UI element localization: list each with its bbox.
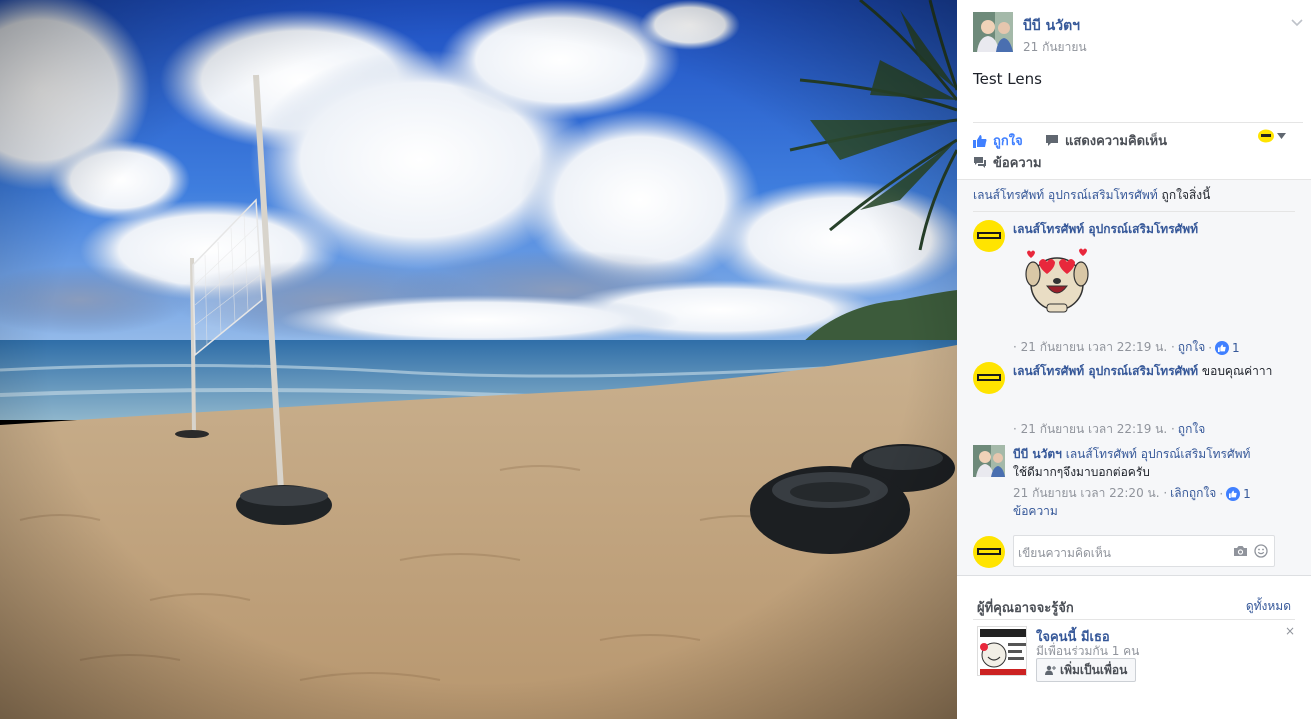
comment-time[interactable]: · 21 กันยายน เวลา 22:19 น. · [1013, 420, 1175, 439]
emoji-icon[interactable] [1254, 544, 1268, 558]
suggested-friend-avatar[interactable] [977, 626, 1027, 676]
comment-text: ใช้ดีมากๆจึงมาบอกต่อครับ [1013, 465, 1150, 479]
see-all-link[interactable]: ดูทั้งหมด [1246, 597, 1291, 616]
meta-separator: · [1219, 486, 1224, 501]
add-friend-label: เพิ่มเป็นเพื่อน [1060, 662, 1128, 677]
comment-meta: · 21 กันยายน เวลา 22:19 น. · ถูกใจ [1013, 420, 1205, 439]
divider [973, 211, 1295, 212]
comment-like-link[interactable]: ถูกใจ [1178, 338, 1205, 357]
comment-composer: เขียนความคิดเห็น [973, 535, 1303, 569]
like-button[interactable]: ถูกใจ [973, 130, 1023, 151]
comment-author[interactable]: บีบี นวัตฯ [1013, 447, 1062, 461]
like-count-icon[interactable] [1226, 486, 1241, 501]
post-date[interactable]: 21 กันยายน [1023, 38, 1087, 57]
comment-mention[interactable]: เลนส์โทรศัพท์ อุปกรณ์เสริมโทรศัพท์ [1066, 447, 1251, 461]
post-sidebar: บีบี นวัตฯ 21 กันยายน Test Lens ถูกใจ แส… [957, 0, 1311, 719]
comment-meta: 21 กันยายน เวลา 22:20 น. · เลิกถูกใจ · 1 [1013, 484, 1251, 503]
caret-down-icon [1277, 133, 1286, 139]
comment-text: ขอบคุณค่าาา [1198, 364, 1273, 378]
post-text: Test Lens [973, 70, 1042, 88]
post-actions [973, 122, 1303, 129]
sticker-avatar-image [978, 627, 1026, 675]
like-label: ถูกใจ [993, 134, 1023, 149]
comment-icon [1046, 135, 1058, 146]
like-count-icon[interactable] [1215, 340, 1230, 355]
comment-placeholder: เขียนความคิดเห็น [1018, 546, 1111, 560]
page-avatar[interactable] [973, 362, 1005, 394]
comment-2: เลนส์โทรศัพท์ อุปกรณ์เสริมโทรศัพท์ ขอบคุ… [973, 362, 1303, 437]
comment-reply-row: ข้อความ [1013, 502, 1058, 521]
reaction-selector[interactable] [1258, 129, 1286, 143]
comment-time[interactable]: · 21 กันยายน เวลา 22:19 น. · [1013, 338, 1175, 357]
add-friend-button[interactable]: เพิ่มเป็นเพื่อน [1036, 658, 1137, 682]
comment-author[interactable]: เลนส์โทรศัพท์ อุปกรณ์เสริมโทรศัพท์ [1013, 222, 1198, 236]
likes-summary: เลนส์โทรศัพท์ อุปกรณ์เสริมโทรศัพท์ ถูกใจ… [973, 186, 1210, 205]
comment-input[interactable]: เขียนความคิดเห็น [1013, 535, 1275, 567]
thumbs-up-icon [973, 134, 987, 148]
comment-3: บีบี นวัตฯ เลนส์โทรศัพท์ อุปกรณ์เสริมโทร… [973, 445, 1303, 525]
comment-author[interactable]: เลนส์โทรศัพท์ อุปกรณ์เสริมโทรศัพท์ [1013, 364, 1198, 378]
likes-suffix: ถูกใจสิ่งนี้ [1157, 188, 1211, 202]
page-avatar-icon [1258, 129, 1274, 143]
message-label: ข้อความ [993, 156, 1042, 171]
like-count[interactable]: 1 [1232, 341, 1240, 355]
comment-button[interactable]: แสดงความคิดเห็น [1045, 130, 1167, 151]
comment-like-link[interactable]: ถูกใจ [1178, 420, 1205, 439]
love-sticker [1025, 248, 1089, 313]
close-icon[interactable]: × [1285, 624, 1295, 638]
author-name[interactable]: บีบี นวัตฯ [1023, 15, 1080, 37]
comment-label: แสดงความคิดเห็น [1065, 134, 1168, 149]
beach-photo [0, 0, 957, 719]
like-count[interactable]: 1 [1243, 487, 1251, 501]
page-avatar[interactable] [973, 220, 1005, 252]
author-avatar[interactable] [973, 12, 1013, 52]
comment-message-link[interactable]: ข้อความ [1013, 502, 1058, 521]
divider [973, 619, 1295, 620]
comment-meta: · 21 กันยายน เวลา 22:19 น. · ถูกใจ · 1 [1013, 338, 1240, 357]
likes-page-link[interactable]: เลนส์โทรศัพท์ อุปกรณ์เสริมโทรศัพท์ [973, 188, 1158, 202]
comment-time[interactable]: 21 กันยายน เวลา 22:20 น. · [1013, 484, 1167, 503]
camera-icon[interactable] [1233, 545, 1248, 557]
meta-separator: · [1208, 340, 1213, 355]
people-you-may-know: ผู้ที่คุณอาจจะรู้จัก ดูทั้งหมด ใจคนนี้ ม… [957, 575, 1311, 719]
message-icon [974, 157, 986, 168]
post-photo[interactable] [0, 0, 957, 719]
chevron-down-icon[interactable] [1291, 16, 1303, 30]
comment-unlike-link[interactable]: เลิกถูกใจ [1170, 484, 1216, 503]
author-avatar[interactable] [973, 445, 1005, 477]
add-friend-icon [1045, 665, 1056, 675]
pymk-title: ผู้ที่คุณอาจจะรู้จัก [977, 601, 1074, 616]
page-avatar [973, 536, 1005, 568]
message-button[interactable]: ข้อความ [973, 152, 1042, 173]
post-header: บีบี นวัตฯ 21 กันยายน [973, 12, 1303, 56]
comment-1: เลนส์โทรศัพท์ อุปกรณ์เสริมโทรศัพท์ · 21 … [973, 220, 1303, 355]
